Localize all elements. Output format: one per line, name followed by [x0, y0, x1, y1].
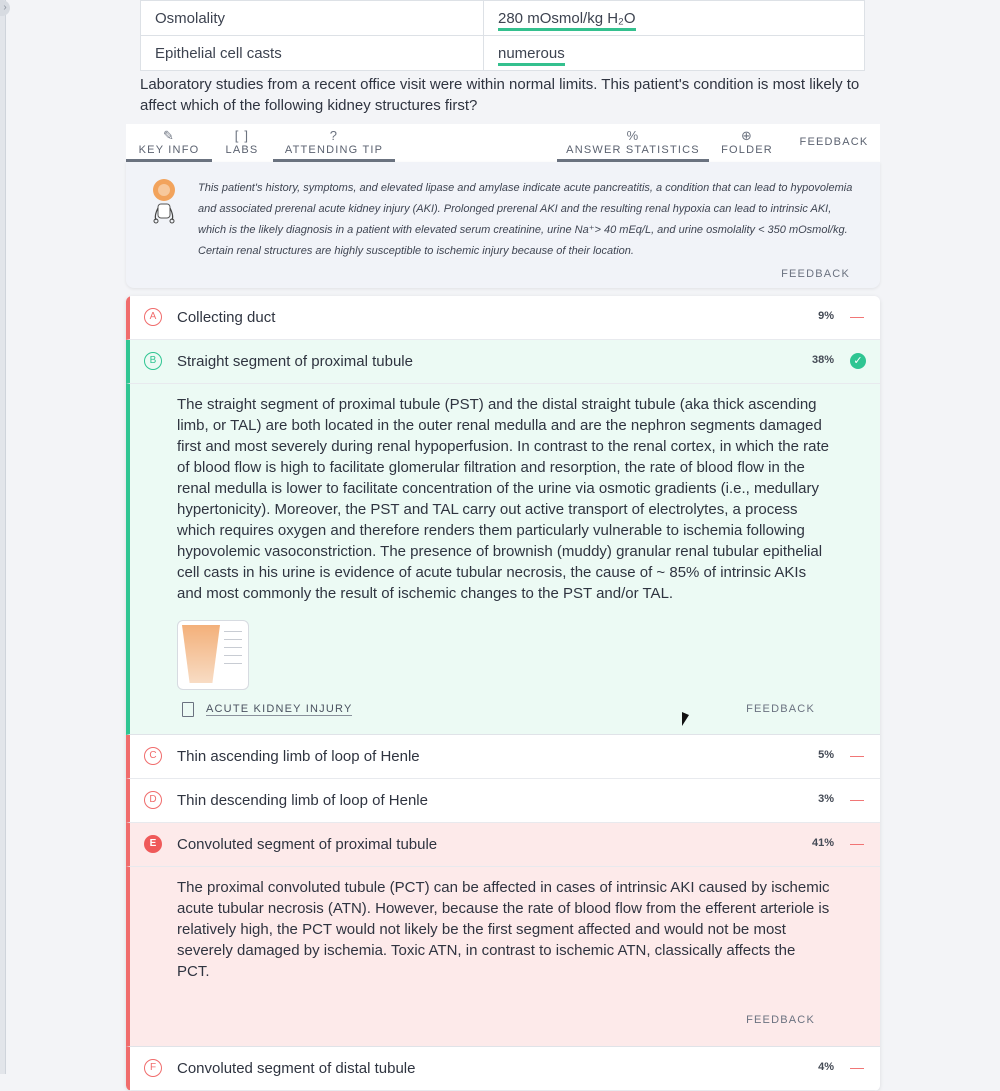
choice-percent: 41% — [811, 837, 834, 849]
tab-label: KEY INFO — [138, 144, 200, 156]
lab-value[interactable]: 280 mOsmol/kg H₂O — [498, 9, 636, 31]
question-stem: Laboratory studies from a recent office … — [140, 76, 860, 114]
table-row: Osmolality 280 mOsmol/kg H₂O — [140, 0, 865, 36]
lab-value[interactable]: numerous — [498, 44, 565, 66]
choice-text: Collecting duct — [177, 309, 276, 326]
explanation-b: The straight segment of proximal tubule … — [126, 384, 880, 735]
tab-label: LABS — [225, 144, 259, 156]
choice-text: Thin ascending limb of loop of Henle — [177, 748, 420, 765]
attending-tip-text: This patient's history, symptoms, and el… — [198, 182, 853, 257]
choice-letter: F — [144, 1059, 162, 1077]
choice-text: Convoluted segment of distal tubule — [177, 1060, 416, 1077]
explanation-feedback-button[interactable]: FEEDBACK — [746, 703, 815, 715]
article-link[interactable]: ACUTE KIDNEY INJURY — [206, 703, 353, 716]
minus-icon: — — [850, 308, 864, 324]
tab-label: FOLDER — [721, 144, 773, 156]
tab-key-info[interactable]: ✎ KEY INFO — [126, 124, 212, 162]
article-icon — [182, 702, 194, 717]
pencil-icon: ✎ — [162, 128, 176, 143]
minus-icon: — — [850, 791, 864, 807]
explanation-footer: ACUTE KIDNEY INJURY FEEDBACK — [130, 690, 880, 734]
lab-value-cell: numerous — [483, 35, 865, 71]
choice-percent: 5% — [818, 749, 834, 761]
figure-thumbnail[interactable] — [177, 620, 249, 690]
check-circle-icon: ✓ — [850, 353, 866, 369]
explanation-footer: FEEDBACK — [130, 982, 880, 1046]
table-row: Epithelial cell casts numerous — [140, 35, 865, 71]
choice-letter: B — [144, 352, 162, 370]
choice-letter: C — [144, 747, 162, 765]
explanation-feedback-button[interactable]: FEEDBACK — [746, 1014, 815, 1026]
choice-percent: 9% — [818, 310, 834, 322]
attending-tip-panel: This patient's history, symptoms, and el… — [126, 162, 880, 288]
choice-letter: A — [144, 308, 162, 326]
question-toolbar: ✎ KEY INFO [ ] LABS ? ATTENDING TIP % AN… — [126, 124, 880, 163]
answer-choice-a[interactable]: A Collecting duct 9% — — [126, 296, 880, 340]
choice-percent: 3% — [818, 793, 834, 805]
tab-attending-tip[interactable]: ? ATTENDING TIP — [273, 124, 395, 162]
minus-icon: — — [850, 835, 864, 851]
tab-labs[interactable]: [ ] LABS — [216, 124, 268, 162]
explanation-e: The proximal convoluted tubule (PCT) can… — [126, 867, 880, 1047]
answer-choice-d[interactable]: D Thin descending limb of loop of Henle … — [126, 779, 880, 823]
plus-circle-icon: ⊕ — [740, 128, 754, 143]
choice-text: Thin descending limb of loop of Henle — [177, 792, 428, 809]
choice-text: Convoluted segment of proximal tubule — [177, 836, 438, 853]
brackets-icon: [ ] — [234, 128, 250, 143]
choice-text: Straight segment of proximal tubule — [177, 353, 413, 370]
lab-name: Osmolality — [140, 0, 484, 36]
percent-icon: % — [626, 128, 640, 143]
lab-table: Osmolality 280 mOsmol/kg H₂O Epithelial … — [140, 0, 865, 71]
sidebar-edge — [0, 0, 6, 1074]
choice-percent: 4% — [818, 1061, 834, 1073]
tab-answer-statistics[interactable]: % ANSWER STATISTICS — [557, 124, 709, 162]
explanation-text: The proximal convoluted tubule (PCT) can… — [177, 879, 830, 980]
answer-choice-c[interactable]: C Thin ascending limb of loop of Henle 5… — [126, 735, 880, 779]
doctor-avatar-icon — [153, 179, 175, 224]
answer-choice-e[interactable]: E Convoluted segment of proximal tubule … — [126, 823, 880, 867]
tab-label: ANSWER STATISTICS — [566, 144, 700, 156]
tip-feedback-button[interactable]: FEEDBACK — [781, 268, 850, 280]
answer-choice-b[interactable]: B Straight segment of proximal tubule 38… — [126, 340, 880, 384]
question-circle-icon: ? — [329, 128, 339, 143]
tab-label: ATTENDING TIP — [284, 144, 384, 156]
answer-choice-f[interactable]: F Convoluted segment of distal tubule 4%… — [126, 1047, 880, 1091]
lab-name: Epithelial cell casts — [140, 35, 484, 71]
lab-value-cell: 280 mOsmol/kg H₂O — [483, 0, 865, 36]
choice-percent: 38% — [811, 354, 834, 366]
tab-folder[interactable]: ⊕ FOLDER — [716, 124, 778, 162]
minus-icon: — — [850, 1059, 864, 1075]
minus-icon: — — [850, 747, 864, 763]
answer-choices: A Collecting duct 9% — B Straight segmen… — [126, 296, 880, 1091]
mouse-cursor — [682, 712, 689, 726]
choice-letter: E — [144, 835, 162, 853]
explanation-text: The straight segment of proximal tubule … — [177, 396, 830, 602]
sidebar-expand-icon[interactable]: › — [0, 0, 10, 16]
choice-letter: D — [144, 791, 162, 809]
